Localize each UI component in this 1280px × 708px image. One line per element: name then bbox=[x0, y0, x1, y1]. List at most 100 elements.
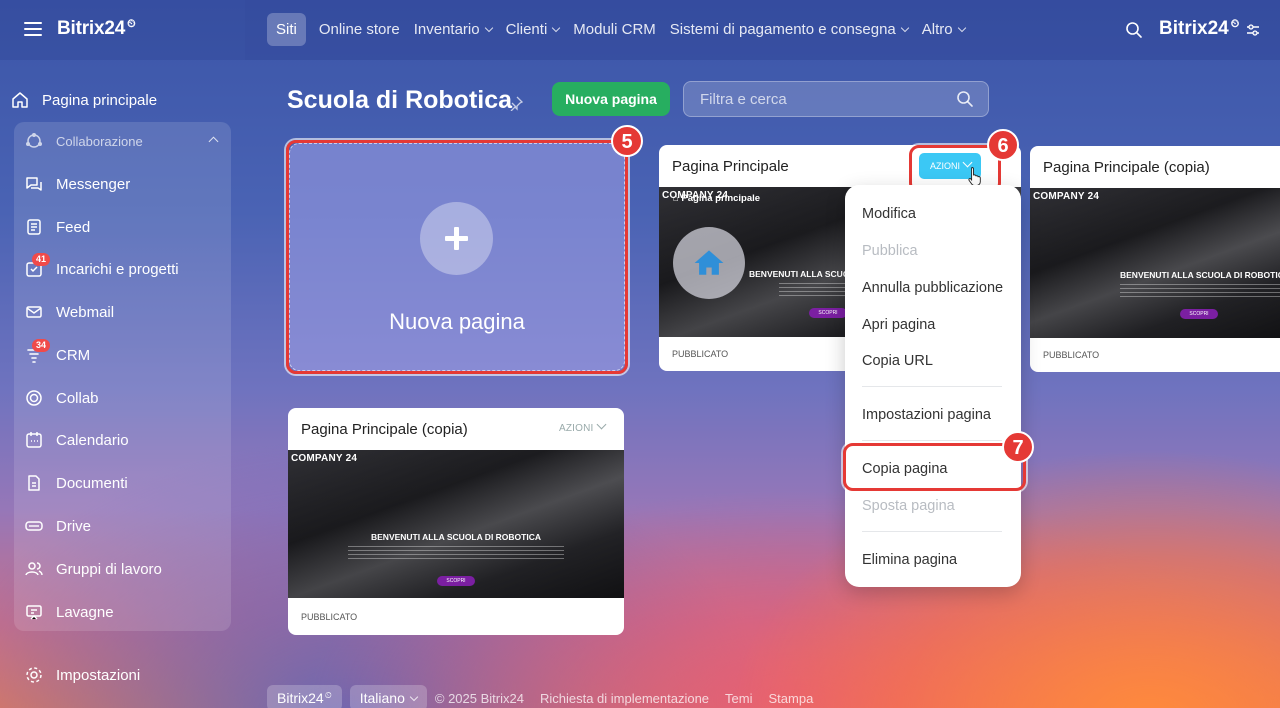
sidebar-item-webmail[interactable]: Webmail bbox=[14, 294, 231, 330]
top-nav: Siti Online store Inventario Clienti Mod… bbox=[267, 13, 972, 46]
actions-button[interactable]: AZIONI bbox=[559, 419, 606, 434]
footer-link-print[interactable]: Stampa bbox=[769, 691, 814, 706]
footer-link-themes[interactable]: Temi bbox=[725, 691, 752, 706]
sidebar-item-feed[interactable]: Feed bbox=[14, 209, 231, 245]
status-label: PUBBLICATO bbox=[1043, 350, 1100, 360]
page-card[interactable]: Pagina Principale (copia) AZIONI COMPANY… bbox=[288, 408, 624, 635]
home-icon bbox=[694, 250, 724, 275]
menu-item-elimina-pagina[interactable]: Elimina pagina bbox=[862, 552, 957, 568]
preview-brand: COMPANY 24 bbox=[1033, 191, 1100, 202]
menu-divider bbox=[862, 440, 1002, 441]
document-icon bbox=[28, 475, 40, 491]
menu-item-pubblica[interactable]: Pubblica bbox=[862, 243, 918, 259]
card-header: Pagina Principale (copia) bbox=[1030, 146, 1280, 188]
sidebar-item-home[interactable]: Pagina principale bbox=[0, 82, 217, 118]
menu-item-copia-url[interactable]: Copia URL bbox=[862, 353, 933, 369]
nav-item-moduli-crm[interactable]: Moduli CRM bbox=[566, 13, 663, 46]
menu-item-impostazioni-pagina[interactable]: Impostazioni pagina bbox=[862, 407, 991, 423]
filter-search-input[interactable]: Filtra e cerca bbox=[683, 81, 989, 117]
sidebar-item-label: Gruppi di lavoro bbox=[56, 560, 162, 578]
nav-item-online-store[interactable]: Online store bbox=[312, 13, 407, 46]
menu-item-annulla-pubblicazione[interactable]: Annulla pubblicazione bbox=[862, 280, 1003, 296]
search-icon[interactable] bbox=[1125, 21, 1143, 39]
menu-icon[interactable] bbox=[24, 22, 42, 36]
status-label: PUBBLICATO bbox=[672, 349, 729, 359]
step-callout-6: 6 bbox=[987, 129, 1019, 161]
highlight-frame bbox=[286, 140, 628, 374]
home-icon bbox=[12, 92, 28, 108]
sidebar-item-label: Messenger bbox=[56, 175, 131, 193]
footer-link-implementation[interactable]: Richiesta di implementazione bbox=[540, 691, 709, 706]
preview-heading: BENVENUTI ALLA SCUOLA DI ROBOTICA bbox=[371, 532, 541, 542]
sidebar-item-label: Collab bbox=[56, 389, 99, 407]
sidebar-item-label: Drive bbox=[56, 517, 92, 535]
sidebar-item-tasks[interactable]: 41 Incarichi e progetti bbox=[14, 251, 231, 287]
sidebar-item-groups[interactable]: Gruppi di lavoro bbox=[14, 551, 231, 587]
step-callout-5: 5 bbox=[611, 125, 643, 157]
sidebar-item-drive[interactable]: Drive bbox=[14, 508, 231, 544]
sidebar-header: Bitrix24 ⏲ bbox=[0, 0, 245, 60]
copyright-text: © 2025 Bitrix24 bbox=[434, 690, 524, 706]
feed-icon bbox=[27, 219, 41, 235]
logo-text: Bitrix24 bbox=[57, 18, 126, 39]
sidebar-item-messenger[interactable]: Messenger bbox=[14, 166, 231, 202]
nav-item-siti[interactable]: Siti bbox=[267, 13, 306, 46]
nav-label: Sistemi di pagamento e consegna bbox=[669, 21, 896, 38]
preview-page-label: Pagina principale bbox=[681, 193, 761, 204]
sidebar-item-label: Webmail bbox=[56, 303, 115, 321]
filter-placeholder: Filtra e cerca bbox=[700, 91, 787, 108]
sidebar-item-collab[interactable]: Collab bbox=[14, 380, 231, 416]
nav-label: Siti bbox=[276, 21, 297, 38]
chevron-down-icon bbox=[596, 419, 606, 430]
preview-text-lines bbox=[348, 546, 564, 560]
search-icon[interactable] bbox=[956, 90, 974, 108]
menu-divider bbox=[862, 531, 1002, 532]
mail-icon bbox=[26, 306, 42, 318]
sidebar-item-label: Impostazioni bbox=[56, 666, 141, 684]
sidebar-item-documents[interactable]: Documenti bbox=[14, 465, 231, 501]
sidebar-item-crm[interactable]: 34 CRM bbox=[14, 337, 231, 373]
sidebar-item-label: CRM bbox=[56, 346, 91, 364]
sidebar-item-calendar[interactable]: Calendario bbox=[14, 422, 231, 458]
nav-item-pagamento[interactable]: Sistemi di pagamento e consegna bbox=[663, 13, 915, 46]
chevron-up-icon bbox=[208, 136, 219, 147]
collab-icon bbox=[26, 390, 42, 406]
clock-icon: ⏲ bbox=[127, 18, 136, 30]
board-icon bbox=[26, 605, 42, 620]
pin-icon[interactable] bbox=[508, 95, 524, 111]
menu-item-apri-pagina[interactable]: Apri pagina bbox=[862, 317, 935, 333]
new-page-button[interactable]: Nuova pagina bbox=[552, 82, 670, 116]
footer-brand[interactable]: Bitrix24⏲ bbox=[267, 685, 342, 708]
nav-item-altro[interactable]: Altro bbox=[915, 13, 972, 46]
groups-icon bbox=[25, 562, 43, 576]
counter-badge: 34 bbox=[32, 339, 51, 352]
sidebar-group-header[interactable]: Collaborazione bbox=[14, 123, 231, 159]
page-card[interactable]: Pagina Principale (copia) COMPANY 24 BEN… bbox=[1030, 146, 1280, 372]
preview-button: SCOPRI bbox=[809, 308, 847, 318]
nav-item-clienti[interactable]: Clienti bbox=[499, 13, 567, 46]
sidebar-item-settings[interactable]: Impostazioni bbox=[14, 658, 231, 692]
step-callout-7: 7 bbox=[1002, 431, 1034, 463]
card-preview[interactable]: COMPANY 24 BENVENUTI ALLA SCUOLA DI ROBO… bbox=[1030, 188, 1280, 338]
sidebar-item-boards[interactable]: Lavagne bbox=[14, 594, 231, 630]
chevron-down-icon bbox=[409, 692, 419, 702]
menu-divider bbox=[862, 386, 1002, 387]
sidebar-item-label: Pagina principale bbox=[42, 91, 158, 109]
language-select[interactable]: Italiano bbox=[349, 685, 427, 708]
menu-item-sposta-pagina[interactable]: Sposta pagina bbox=[862, 498, 955, 514]
actions-menu: Modifica Pubblica Annulla pubblicazione … bbox=[845, 185, 1021, 587]
nav-label: Moduli CRM bbox=[573, 21, 656, 38]
nav-label: Inventario bbox=[413, 21, 480, 38]
app-logo[interactable]: Bitrix24 ⏲ bbox=[57, 18, 136, 40]
card-title: Pagina Principale (copia) bbox=[301, 421, 468, 438]
nav-item-inventario[interactable]: Inventario bbox=[407, 13, 499, 46]
menu-item-modifica[interactable]: Modifica bbox=[862, 206, 916, 222]
preview-button: SCOPRI bbox=[1180, 309, 1218, 319]
home-page-indicator bbox=[673, 227, 745, 299]
sliders-icon[interactable] bbox=[1245, 22, 1261, 38]
right-logo[interactable]: Bitrix24 ⏲ bbox=[1159, 18, 1239, 40]
chevron-down-icon bbox=[957, 23, 966, 33]
sidebar-item-label: Feed bbox=[56, 218, 91, 236]
card-preview[interactable]: COMPANY 24 BENVENUTI ALLA SCUOLA DI ROBO… bbox=[288, 450, 624, 598]
sidebar-group-label: Collaborazione bbox=[56, 133, 143, 149]
